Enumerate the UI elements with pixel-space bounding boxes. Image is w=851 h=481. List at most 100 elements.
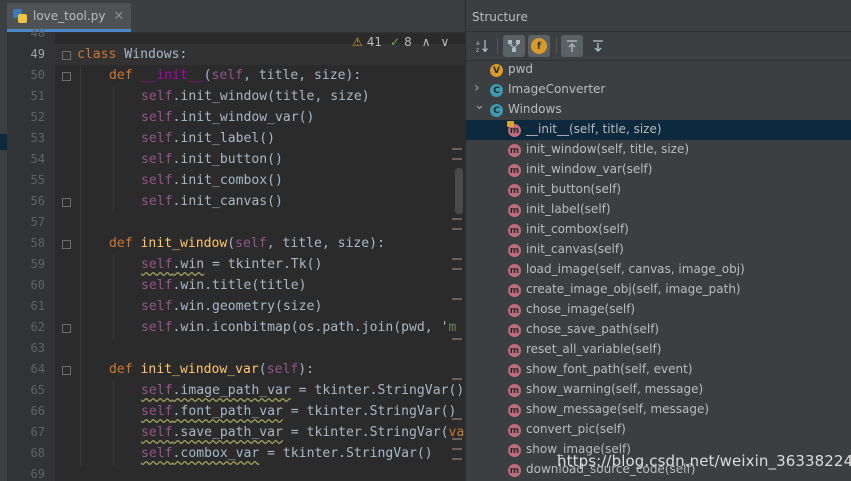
svg-text:z: z (476, 47, 479, 53)
code-line: self.init_canvas() (141, 194, 283, 209)
structure-item-method[interactable]: m load_image(self, canvas, image_obj) (466, 260, 851, 280)
structure-item-label: convert_pic(self) (526, 422, 626, 436)
structure-item-class[interactable]: ⌄ C Windows (466, 98, 851, 120)
structure-item-method[interactable]: m show_warning(self, message) (466, 380, 851, 400)
structure-item-method[interactable]: m chose_image(self) (466, 300, 851, 320)
structure-item-method[interactable]: m chose_save_path(self) (466, 320, 851, 340)
line-number: 55 (30, 173, 45, 187)
structure-item-method[interactable]: m init_button(self) (466, 180, 851, 200)
code-editor[interactable]: love_tool.py ✕ 48 49 50 51 52 53 54 55 56 57 58 59 6… (0, 0, 465, 481)
structure-item-label: init_window_var(self) (526, 162, 653, 176)
structure-item-label: init_canvas(self) (526, 242, 624, 256)
method-icon: m (508, 204, 521, 217)
fold-marker[interactable] (62, 51, 71, 60)
autoscroll-from-source-icon[interactable] (587, 35, 609, 57)
structure-item-method[interactable]: m init_canvas(self) (466, 240, 851, 260)
sort-alpha-icon[interactable]: az (472, 35, 494, 57)
structure-item-method[interactable]: m show_font_path(self, event) (466, 360, 851, 380)
structure-item-label: init_button(self) (526, 182, 622, 196)
show-fields-toggle[interactable]: f (528, 35, 550, 57)
line-number: 69 (30, 467, 45, 481)
structure-item-label: __init__(self, title, size) (526, 122, 662, 136)
structure-item-label: show_message(self, message) (526, 402, 710, 416)
method-icon: m (508, 304, 521, 317)
collapse-arrow-icon[interactable]: ⌄ (474, 98, 485, 113)
code-line: def init_window(self, title, size): (109, 236, 385, 251)
line-number: 57 (30, 215, 45, 229)
code-line: self.init_label() (141, 131, 276, 146)
structure-item-method[interactable]: m init_window(self, title, size) (466, 140, 851, 160)
structure-item-method[interactable]: m reset_all_variable(self) (466, 340, 851, 360)
line-number: 50 (30, 68, 45, 82)
line-number: 59 (30, 257, 45, 271)
structure-item-label: ImageConverter (508, 82, 606, 96)
indent-guide (113, 87, 114, 213)
line-number: 62 (30, 320, 45, 334)
structure-item-method[interactable]: m convert_pic(self) (466, 420, 851, 440)
field-icon: f (531, 38, 547, 54)
code-line: self.save_path_var = tkinter.StringVar(v… (141, 425, 465, 440)
indent-guide (113, 381, 114, 465)
class-icon: C (490, 104, 503, 117)
fold-marker[interactable] (62, 240, 71, 249)
structure-item-variable[interactable]: Vpwd (466, 60, 851, 80)
method-icon: m (508, 224, 521, 237)
structure-panel-title: Structure (472, 10, 528, 24)
tab-title: love_tool.py (33, 9, 106, 23)
fold-marker[interactable] (62, 72, 71, 81)
structure-item-label: reset_all_variable(self) (526, 342, 662, 356)
watermark-text: https://blog.csdn.net/weixin_36338224 (557, 452, 851, 470)
line-number: 48 (30, 26, 45, 40)
code-line: self.win.title(title) (141, 278, 307, 293)
structure-item-label: chose_save_path(self) (526, 322, 660, 336)
method-icon: m (508, 284, 521, 297)
fold-marker[interactable] (62, 198, 71, 207)
autoscroll-to-source-icon[interactable] (561, 35, 583, 57)
code-line: def __init__(self, title, size): (109, 68, 362, 83)
method-icon: m (508, 164, 521, 177)
structure-item-label: Windows (508, 102, 562, 116)
line-number: 51 (30, 89, 45, 103)
expand-arrow-icon[interactable]: › (474, 80, 480, 96)
structure-item-label: chose_image(self) (526, 302, 636, 316)
weak-warning-check-icon: ✓ (390, 35, 401, 49)
structure-item-method[interactable]: m init_window_var(self) (466, 160, 851, 180)
previous-highlight-icon[interactable]: ∧ (422, 35, 431, 49)
close-tab-icon[interactable]: ✕ (113, 9, 124, 24)
code-line: self.init_window(title, size) (141, 89, 370, 104)
line-number: 67 (30, 425, 45, 439)
structure-item-method[interactable]: m init_label(self) (466, 200, 851, 220)
method-icon: m (508, 344, 521, 357)
structure-item-class[interactable]: › C ImageConverter (466, 80, 851, 100)
method-icon: m (508, 424, 521, 437)
left-tool-strip (0, 0, 7, 481)
structure-item-label: show_font_path(self, event) (526, 362, 693, 376)
line-number: 54 (30, 152, 45, 166)
show-inherited-icon[interactable] (503, 35, 525, 57)
editor-scrollbar-thumb[interactable] (455, 168, 463, 214)
fold-marker[interactable] (62, 324, 71, 333)
indent-guide (113, 255, 114, 339)
method-icon: m (508, 384, 521, 397)
structure-item-label: init_label(self) (526, 202, 611, 216)
fold-marker[interactable] (62, 366, 71, 375)
method-icon: m (508, 364, 521, 377)
line-number: 64 (30, 362, 45, 376)
warning-icon: ⚠ (352, 35, 363, 49)
structure-item-method[interactable]: m create_image_obj(self, image_path) (466, 280, 851, 300)
structure-item-method[interactable]: m show_message(self, message) (466, 400, 851, 420)
structure-item-label: create_image_obj(self, image_path) (526, 282, 741, 296)
line-number: 53 (30, 131, 45, 145)
structure-item-method[interactable]: m __init__(self, title, size) (466, 120, 851, 140)
inspection-widget[interactable]: ⚠ 41 ✓ 8 ∧ ∨ (352, 35, 449, 49)
code-line: self.init_window_var() (141, 110, 315, 125)
next-highlight-icon[interactable]: ∨ (441, 35, 450, 49)
structure-item-method[interactable]: m init_combox(self) (466, 220, 851, 240)
method-icon: m (508, 404, 521, 417)
variable-icon: V (490, 64, 503, 77)
toolbar-separator (497, 38, 498, 54)
code-line: self.init_combox() (141, 173, 283, 188)
code-line: def init_window_var(self): (109, 362, 315, 377)
structure-item-label: pwd (508, 62, 534, 76)
warning-count: 41 (366, 35, 383, 49)
